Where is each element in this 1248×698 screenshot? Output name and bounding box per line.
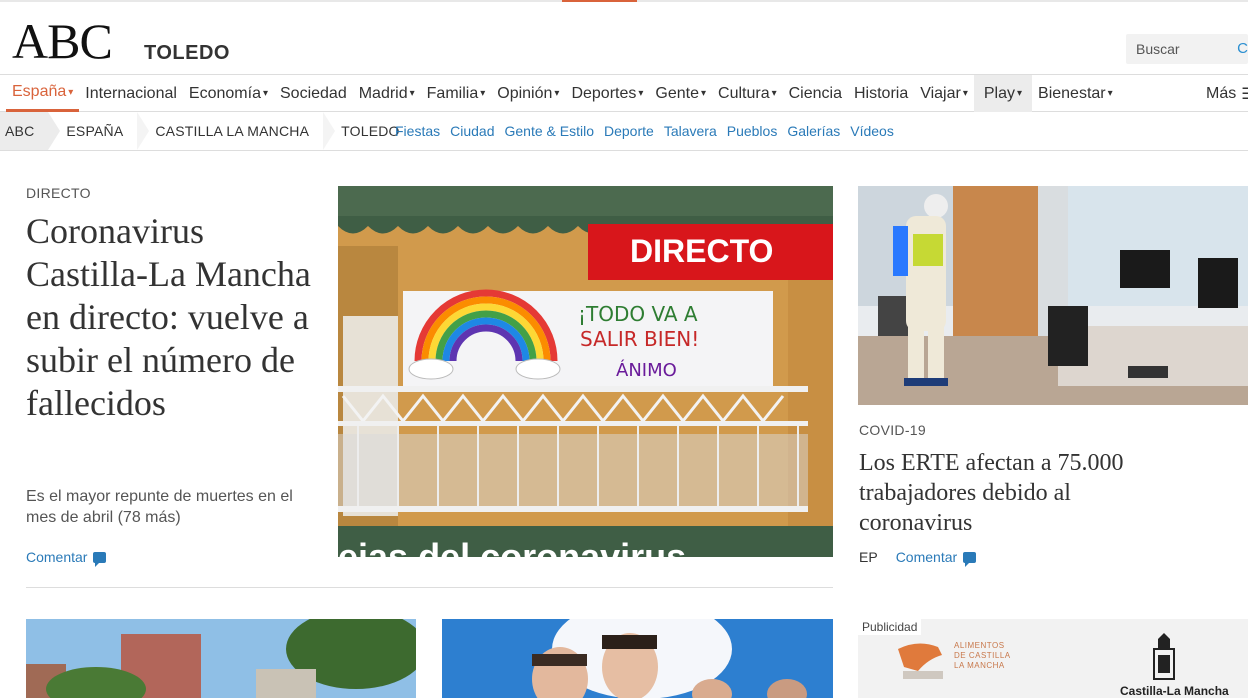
more-menu-button[interactable]: Más ☰ — [1200, 75, 1248, 112]
caret-down-icon: ▾ — [554, 88, 560, 99]
more-label: Más — [1206, 84, 1237, 102]
caret-down-icon: ▾ — [962, 88, 968, 99]
sublink-gente-estilo[interactable]: Gente & Estilo — [505, 123, 595, 139]
nav-item-label: Internacional — [85, 84, 177, 102]
nav-item-ciencia[interactable]: Ciencia — [783, 75, 848, 112]
sublink-talavera[interactable]: Talavera — [664, 123, 717, 139]
sublink-deporte[interactable]: Deporte — [604, 123, 654, 139]
nav-item-play[interactable]: Play ▾ — [973, 75, 1033, 112]
caret-down-icon: ▾ — [700, 88, 707, 99]
comment-icon — [963, 551, 977, 567]
nav-item-label: Economía — [188, 84, 261, 102]
nav-item-gente[interactable]: Gente ▾ — [649, 75, 712, 112]
comment-label: Comentar — [895, 549, 958, 565]
comment-icon — [93, 551, 107, 567]
caret-down-icon: ▾ — [771, 88, 777, 99]
nav-item-madrid[interactable]: Madrid ▾ — [353, 75, 421, 112]
section-title[interactable]: TOLEDO — [144, 42, 230, 65]
banner-text-1: ¡TODO VA A — [578, 302, 698, 326]
subsection-links: Fiestas Ciudad Gente & Estilo Deporte Ta… — [395, 112, 894, 150]
breadcrumb-abc[interactable]: ABC — [0, 112, 61, 150]
secondary-meta: EP Comentar — [859, 549, 977, 567]
directo-badge: DIRECTO — [630, 233, 773, 269]
section-subnav: ABC ESPAÑA CASTILLA LA MANCHA TOLEDO Fie… — [0, 112, 1248, 151]
nav-item-label: Historia — [853, 84, 909, 102]
sublink-galerias[interactable]: Galerías — [787, 123, 840, 139]
nav-item-sociedad[interactable]: Sociedad — [274, 75, 353, 112]
nav-item-label: Bienestar — [1038, 84, 1106, 102]
caret-down-icon: ▾ — [68, 86, 74, 98]
ad-brand-line: ALIMENTOS — [954, 641, 1005, 650]
secondary-headline[interactable]: Los ERTE afectan a 75.000 trabajadores d… — [859, 448, 1189, 538]
ad-brand-line: LA MANCHA — [954, 661, 1005, 670]
news-source: EP — [859, 549, 878, 565]
nav-item-bienestar[interactable]: Bienestar ▾ — [1032, 75, 1119, 112]
nav-item-label: Play — [983, 84, 1015, 102]
nav-item-viajar[interactable]: Viajar ▾ — [914, 75, 974, 112]
ad-label: Publicidad — [858, 619, 922, 635]
lead-comment-link[interactable]: Comentar — [26, 549, 107, 567]
sublink-pueblos[interactable]: Pueblos — [727, 123, 778, 139]
search-icon[interactable]: C — [1237, 40, 1248, 57]
sublink-ciudad[interactable]: Ciudad — [450, 123, 494, 139]
nav-item-label: Cultura — [718, 84, 770, 102]
secondary-comment-link[interactable]: Comentar — [895, 549, 977, 567]
street-photo — [26, 619, 416, 698]
caret-down-icon: ▾ — [638, 88, 644, 99]
caret-down-icon: ▾ — [480, 88, 486, 99]
nav-item-label: Viajar — [920, 84, 961, 102]
nav-item-españa[interactable]: España ▾ — [6, 75, 80, 112]
story-thumbnail-politicians[interactable] — [442, 619, 833, 698]
nav-item-label: Opinión — [497, 84, 553, 102]
ad-brand-alimentos: ALIMENTOS DE CASTILLA LA MANCHA — [954, 641, 1011, 671]
nav-item-familia[interactable]: Familia ▾ — [421, 75, 492, 112]
caret-down-icon: ▾ — [1107, 88, 1113, 99]
ad-brand-castilla-la-mancha: Castilla-La Mancha — [1120, 684, 1229, 698]
abc-logo[interactable]: ABC — [12, 16, 113, 66]
nav-item-label: Madrid — [358, 84, 408, 102]
caret-down-icon: ▾ — [262, 88, 268, 99]
nav-item-internacional[interactable]: Internacional — [79, 75, 183, 112]
breadcrumb: ABC ESPAÑA CASTILLA LA MANCHA TOLEDO — [0, 112, 414, 150]
nav-item-label: Gente — [655, 84, 699, 102]
nav-item-cultura[interactable]: Cultura ▾ — [712, 75, 783, 112]
lead-headline[interactable]: Coronavirus Castilla-La Mancha en direct… — [26, 210, 326, 425]
ad-brand-line: DE CASTILLA — [954, 651, 1011, 660]
nav-item-label: Sociedad — [280, 84, 347, 102]
nav-item-label: España — [12, 83, 67, 100]
caret-down-icon: ▾ — [409, 88, 415, 99]
caret-down-icon: ▾ — [1017, 88, 1023, 99]
lead-photo[interactable]: ¡TODO VA A SALIR BIEN! ÁNIMO ejas del co… — [338, 186, 833, 557]
nav-item-historia[interactable]: Historia — [848, 75, 914, 112]
sublink-fiestas[interactable]: Fiestas — [395, 123, 440, 139]
banner-text-2: SALIR BIEN! — [580, 327, 699, 351]
banner-text-3: ÁNIMO — [616, 359, 677, 381]
secondary-kicker: COVID-19 — [859, 422, 926, 438]
nav-item-label: Ciencia — [788, 84, 842, 102]
main-nav: España ▾ Internacional Economía ▾ Sociedad Mad… — [0, 74, 1248, 112]
secondary-photo[interactable] — [858, 186, 1248, 405]
nav-item-deportes[interactable]: Deportes ▾ — [565, 75, 649, 112]
breadcrumb-castilla-la-mancha[interactable]: CASTILLA LA MANCHA — [137, 112, 335, 150]
story-thumbnail-street[interactable] — [26, 619, 416, 698]
nav-item-label: Deportes — [571, 84, 637, 102]
balcony-photo: ¡TODO VA A SALIR BIEN! ÁNIMO ejas del co… — [338, 186, 833, 557]
search-box: C — [1126, 34, 1248, 64]
section-divider — [26, 587, 833, 588]
nav-item-label: Familia — [426, 84, 479, 102]
advertisement[interactable]: Publicidad ALIMENTOS DE CASTILLA LA MANC… — [858, 619, 1248, 698]
comment-label: Comentar — [26, 549, 88, 565]
nav-item-economía[interactable]: Economía ▾ — [183, 75, 274, 112]
office-photo — [858, 186, 1248, 405]
lead-summary: Es el mayor repunte de muertes en el mes… — [26, 488, 293, 526]
breadcrumb-espana[interactable]: ESPAÑA — [48, 112, 150, 150]
sublink-videos[interactable]: Vídeos — [850, 123, 894, 139]
politicians-photo — [442, 619, 833, 698]
hamburger-icon: ☰ — [1241, 84, 1248, 104]
lead-kicker: DIRECTO — [26, 185, 91, 201]
masthead: ABC TOLEDO C — [0, 2, 1248, 74]
photo-caption: ejas del coronavirus — [338, 536, 686, 557]
search-input[interactable] — [1126, 34, 1236, 64]
nav-item-opinión[interactable]: Opinión ▾ — [491, 75, 565, 112]
